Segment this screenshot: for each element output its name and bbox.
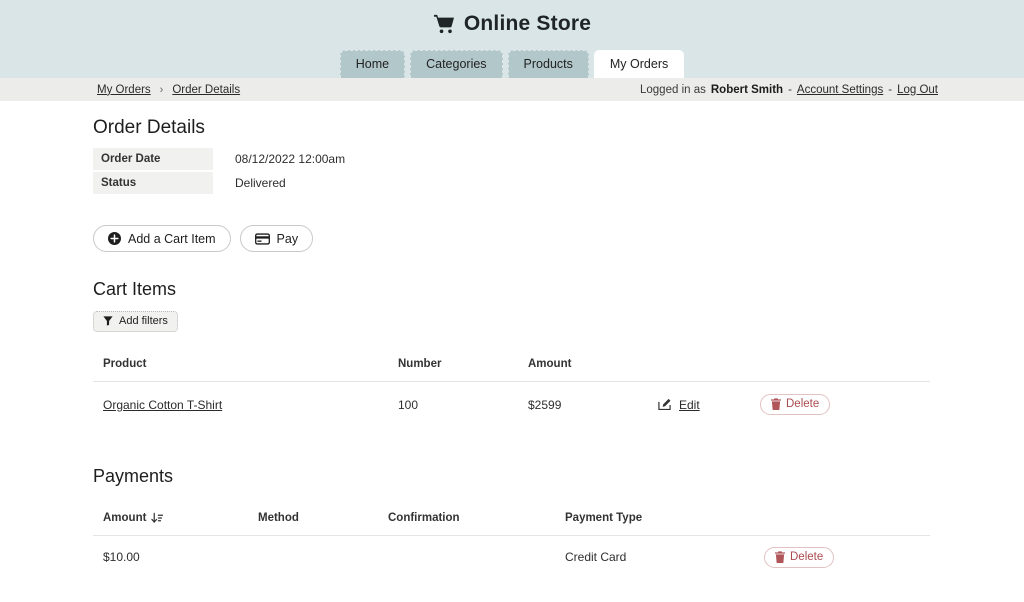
app-title-text: Online Store	[464, 12, 591, 36]
cart-item-row: Organic Cotton T-Shirt 100 $2599 Edit	[93, 382, 930, 427]
edit-pencil-icon	[658, 398, 671, 411]
add-cart-item-label: Add a Cart Item	[128, 232, 216, 246]
tab-categories[interactable]: Categories	[410, 50, 502, 78]
breadcrumb-bar: My Orders › Order Details Logged in as R…	[0, 78, 1024, 101]
tab-home[interactable]: Home	[340, 50, 405, 78]
status-row: Status Delivered	[93, 172, 930, 194]
add-filters-button[interactable]: Add filters	[93, 311, 178, 332]
column-header-confirmation: Confirmation	[378, 512, 555, 524]
add-filters-label: Add filters	[119, 315, 168, 327]
app-title: Online Store	[0, 12, 1024, 36]
cart-items-table-body: Organic Cotton T-Shirt 100 $2599 Edit	[93, 382, 930, 427]
account-settings-link[interactable]: Account Settings	[797, 84, 883, 96]
log-out-link[interactable]: Log Out	[897, 84, 938, 96]
column-header-payment-type: Payment Type	[555, 512, 754, 524]
app-header: Online Store Home Categories Products My…	[0, 0, 1024, 78]
edit-link[interactable]: Edit	[679, 398, 700, 412]
delete-label: Delete	[790, 551, 823, 563]
trash-icon	[775, 551, 785, 563]
sort-icon[interactable]	[151, 512, 163, 524]
order-date-value: 08/12/2022 12:00am	[213, 148, 345, 170]
payment-delete-cell: Delete	[754, 547, 930, 568]
order-actions: Add a Cart Item Pay	[93, 225, 930, 252]
order-date-label: Order Date	[93, 148, 213, 170]
delete-label: Delete	[786, 398, 819, 410]
cart-items-table: Product Number Amount Organic Cotton T-S…	[93, 346, 930, 427]
order-date-row: Order Date 08/12/2022 12:00am	[93, 148, 930, 170]
tab-products[interactable]: Products	[508, 50, 589, 78]
column-header-amount[interactable]: Amount	[93, 512, 248, 524]
main-content: Order Details Order Date 08/12/2022 12:0…	[0, 101, 1024, 602]
cart-item-number-cell: 100	[388, 398, 518, 412]
payment-row: $10.00 Credit Card Delete	[93, 536, 930, 578]
breadcrumb-my-orders-link[interactable]: My Orders	[97, 84, 151, 96]
cart-item-amount-cell: $2599	[518, 398, 648, 412]
payment-type-cell: Credit Card	[555, 550, 754, 564]
breadcrumb: My Orders › Order Details	[97, 84, 240, 96]
trash-icon	[771, 398, 781, 410]
status-label: Status	[93, 172, 213, 194]
breadcrumb-order-details-link[interactable]: Order Details	[172, 84, 240, 96]
cart-item-delete-cell: Delete	[760, 394, 930, 415]
payments-table-header: Amount Method Confirmation Payment Type	[93, 500, 930, 536]
delete-cart-item-button[interactable]: Delete	[760, 394, 830, 415]
column-header-number: Number	[388, 358, 518, 370]
logged-in-user: Robert Smith	[711, 84, 783, 96]
shopping-cart-icon	[433, 14, 455, 34]
session-dash: -	[888, 84, 892, 96]
product-link[interactable]: Organic Cotton T-Shirt	[103, 398, 222, 412]
cart-items-table-header: Product Number Amount	[93, 346, 930, 382]
payments-heading: Payments	[93, 466, 930, 487]
status-value: Delivered	[213, 172, 286, 194]
page-title: Order Details	[93, 117, 930, 139]
delete-payment-button[interactable]: Delete	[764, 547, 834, 568]
payment-amount-cell: $10.00	[93, 550, 248, 564]
column-header-product: Product	[93, 358, 388, 370]
cart-items-section: Cart Items Add filters Product Number Am…	[93, 279, 930, 427]
nav-tabs: Home Categories Products My Orders	[0, 50, 1024, 78]
cart-item-edit-cell: Edit	[648, 398, 760, 412]
payments-table: Amount Method Confirmation Payment Type	[93, 500, 930, 578]
cart-items-heading: Cart Items	[93, 279, 930, 300]
add-cart-item-button[interactable]: Add a Cart Item	[93, 225, 231, 252]
filter-funnel-icon	[103, 316, 113, 326]
session-info: Logged in as Robert Smith - Account Sett…	[640, 84, 938, 96]
column-header-method: Method	[248, 512, 378, 524]
column-header-amount: Amount	[518, 358, 648, 370]
credit-card-icon	[255, 233, 270, 245]
logged-in-prefix: Logged in as	[640, 84, 706, 96]
payments-table-body: $10.00 Credit Card Delete	[93, 536, 930, 578]
payments-section: Payments Amount Method Confirmatio	[93, 466, 930, 578]
amount-header-label: Amount	[103, 512, 146, 524]
plus-circle-icon	[108, 232, 121, 245]
tab-my-orders[interactable]: My Orders	[594, 50, 684, 78]
cart-item-product-cell: Organic Cotton T-Shirt	[93, 398, 388, 412]
order-fields: Order Date 08/12/2022 12:00am Status Del…	[93, 148, 930, 194]
breadcrumb-separator-icon: ›	[160, 84, 164, 96]
session-dash: -	[788, 84, 792, 96]
pay-label: Pay	[277, 232, 299, 246]
pay-button[interactable]: Pay	[240, 225, 314, 252]
